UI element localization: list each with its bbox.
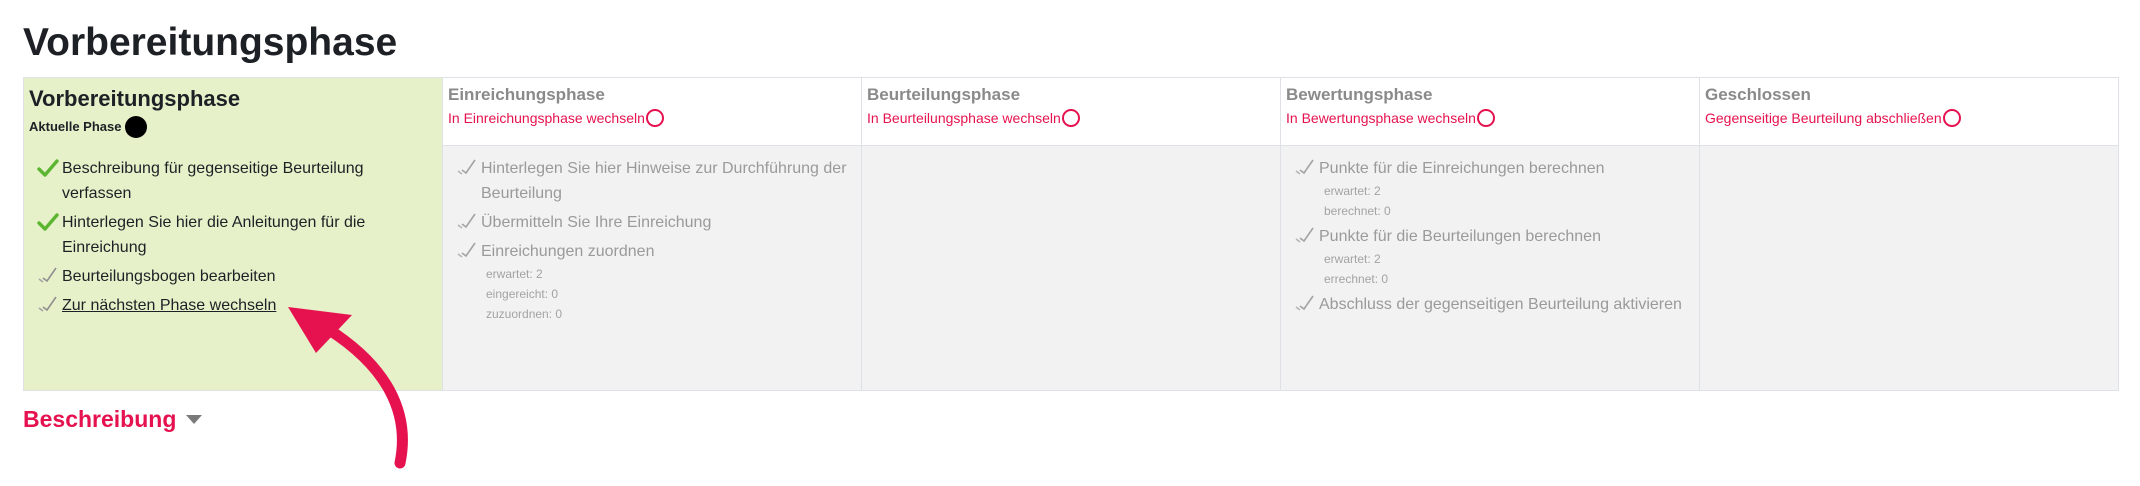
check-todo-icon bbox=[34, 264, 62, 284]
task-label: Abschluss der gegenseitigen Beurteilung … bbox=[1319, 296, 1682, 313]
check-todo-icon bbox=[453, 156, 481, 176]
check-todo-icon bbox=[1291, 292, 1319, 312]
task-label: Hinterlegen Sie hier die Anleitungen für… bbox=[62, 214, 366, 256]
phase-header: Einreichungsphase In Einreichungsphase w… bbox=[443, 78, 861, 146]
switch-phase-circle-icon[interactable] bbox=[1942, 109, 1961, 127]
task-label: Hinterlegen Sie hier Hinweise zur Durchf… bbox=[481, 160, 847, 202]
task-item: Beurteilungsbogen bearbeiten bbox=[34, 264, 436, 289]
phase-einreichung: Einreichungsphase In Einreichungsphase w… bbox=[442, 78, 861, 390]
task-details: erwartet: 2 errechnet: 0 bbox=[1324, 249, 1693, 289]
task-item: Beschreibung für gegenseitige Beurteilun… bbox=[34, 156, 436, 206]
task-label: Einreichungen zuordnen bbox=[481, 243, 655, 260]
phase-bewertung: Bewertungsphase In Bewertungsphase wechs… bbox=[1280, 78, 1699, 390]
task-details: erwartet: 2 berechnet: 0 bbox=[1324, 181, 1693, 221]
task-list: Hinterlegen Sie hier Hinweise zur Durchf… bbox=[443, 146, 861, 390]
detail-item: erwartet: 2 bbox=[1324, 252, 1381, 266]
task-item: Punkte für die Beurteilungen berechnen bbox=[1291, 224, 1693, 249]
description-section-toggle[interactable]: Beschreibung bbox=[23, 406, 203, 433]
task-label: Beurteilungsbogen bearbeiten bbox=[62, 268, 276, 285]
phase-header: Bewertungsphase In Bewertungsphase wechs… bbox=[1281, 78, 1699, 146]
check-green-icon bbox=[34, 210, 62, 232]
task-item: Hinterlegen Sie hier die Anleitungen für… bbox=[34, 210, 436, 260]
switch-phase-circle-icon[interactable] bbox=[645, 109, 664, 127]
description-heading: Beschreibung bbox=[23, 406, 177, 432]
detail-item: erwartet: 2 bbox=[486, 267, 543, 281]
task-label: Beschreibung für gegenseitige Beurteilun… bbox=[62, 160, 364, 202]
detail-item: zuzuordnen: 0 bbox=[486, 307, 563, 321]
task-label: Punkte für die Einreichungen berechnen bbox=[1319, 160, 1605, 177]
check-todo-icon bbox=[453, 239, 481, 259]
phase-title: Vorbereitungsphase bbox=[29, 86, 241, 111]
task-label: Punkte für die Beurteilungen berechnen bbox=[1319, 228, 1601, 245]
phase-geschlossen: Geschlossen Gegenseitige Beurteilung abs… bbox=[1699, 78, 2118, 390]
task-label: Übermitteln Sie Ihre Einreichung bbox=[481, 214, 712, 231]
task-list bbox=[1700, 146, 2118, 390]
switch-phase-circle-icon[interactable] bbox=[1061, 109, 1080, 127]
detail-item: eingereicht: 0 bbox=[486, 287, 559, 301]
annotation-arrow-icon bbox=[288, 307, 408, 469]
check-todo-icon bbox=[34, 293, 62, 313]
phase-header: Geschlossen Gegenseitige Beurteilung abs… bbox=[1700, 78, 2118, 146]
detail-item: erwartet: 2 bbox=[1324, 184, 1381, 198]
switch-phase-link[interactable]: Gegenseitige Beurteilung abschließen bbox=[1705, 108, 1942, 128]
current-phase-label: Aktuelle Phase bbox=[29, 119, 122, 134]
task-item: Punkte für die Einreichungen berechnen bbox=[1291, 156, 1693, 181]
switch-phase-circle-icon[interactable] bbox=[1476, 109, 1495, 127]
switch-phase-link[interactable]: In Bewertungsphase wechseln bbox=[1286, 108, 1476, 128]
task-list: Punkte für die Einreichungen berechnen e… bbox=[1281, 146, 1699, 390]
check-green-icon bbox=[34, 156, 62, 178]
phase-header: Vorbereitungsphase Aktuelle Phase bbox=[24, 78, 442, 146]
page-title: Vorbereitungsphase bbox=[23, 21, 398, 64]
current-phase-indicator-icon bbox=[124, 116, 147, 138]
task-item: Hinterlegen Sie hier Hinweise zur Durchf… bbox=[453, 156, 855, 206]
phase-title: Bewertungsphase bbox=[1286, 85, 1433, 104]
task-list bbox=[862, 146, 1280, 390]
switch-phase-link[interactable]: In Einreichungsphase wechseln bbox=[448, 108, 645, 128]
phase-title: Geschlossen bbox=[1705, 85, 1811, 104]
next-phase-link[interactable]: Zur nächsten Phase wechseln bbox=[62, 293, 276, 318]
check-todo-icon bbox=[453, 210, 481, 230]
task-details: erwartet: 2 eingereicht: 0 zuzuordnen: 0 bbox=[486, 264, 855, 324]
switch-phase-link[interactable]: In Beurteilungsphase wechseln bbox=[867, 108, 1061, 128]
caret-down-icon bbox=[186, 415, 203, 424]
detail-item: errechnet: 0 bbox=[1324, 272, 1389, 286]
detail-item: berechnet: 0 bbox=[1324, 204, 1391, 218]
check-todo-icon bbox=[1291, 224, 1319, 244]
task-item: Übermitteln Sie Ihre Einreichung bbox=[453, 210, 855, 235]
phase-header: Beurteilungsphase In Beurteilungsphase w… bbox=[862, 78, 1280, 146]
task-item: Abschluss der gegenseitigen Beurteilung … bbox=[1291, 292, 1693, 317]
phase-beurteilung: Beurteilungsphase In Beurteilungsphase w… bbox=[861, 78, 1280, 390]
phase-title: Beurteilungsphase bbox=[867, 85, 1021, 104]
check-todo-icon bbox=[1291, 156, 1319, 176]
task-item: Einreichungen zuordnen bbox=[453, 239, 855, 264]
phase-title: Einreichungsphase bbox=[448, 85, 605, 104]
